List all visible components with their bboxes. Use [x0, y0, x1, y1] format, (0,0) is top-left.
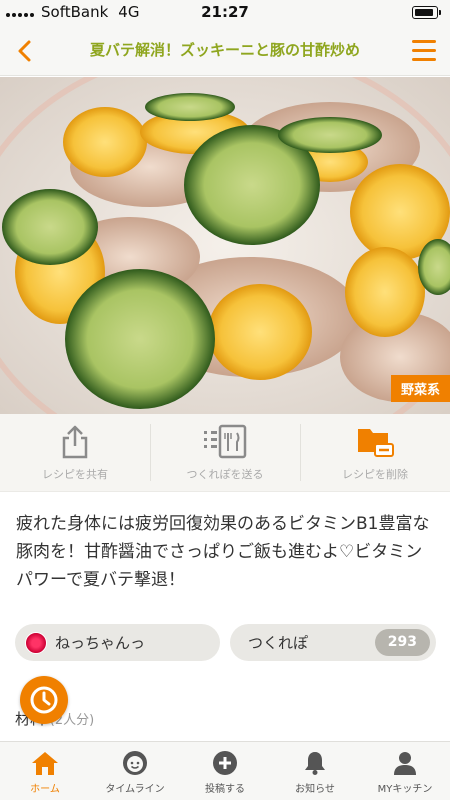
category-badge[interactable]: 野菜系: [390, 375, 450, 402]
tab-timeline-label: タイムライン: [105, 784, 165, 795]
menu-button[interactable]: [412, 40, 436, 62]
tab-timeline[interactable]: タイムライン: [90, 742, 180, 800]
page-title: 夏バテ解消！ズッキーニと豚の甘酢炒め: [89, 41, 360, 59]
timer-button[interactable]: [20, 676, 68, 724]
recipe-description: 疲れた身体には疲労回復効果のあるビタミンB1豊富な豚肉を！甘酢醤油でさっぱりご飯…: [16, 514, 430, 590]
tab-home[interactable]: ホーム: [0, 742, 90, 800]
bottom-tab-bar: ホーム タイムライン 投稿する お知らせ MYキッチン: [0, 741, 450, 800]
avatar: [25, 631, 47, 654]
send-report-label: つくれぽを送る: [186, 468, 264, 481]
battery-level: [415, 9, 433, 16]
share-icon: [62, 425, 88, 459]
tab-post-label: 投稿する: [205, 784, 245, 795]
tab-my-kitchen-label: MYキッチン: [377, 784, 433, 795]
hamburger-menu-icon: [412, 40, 436, 61]
recipe-photo: 野菜系: [0, 77, 450, 414]
send-report-button[interactable]: つくれぽを送る: [150, 414, 300, 491]
home-icon: [32, 752, 58, 775]
bell-icon: [305, 752, 325, 775]
back-button[interactable]: [12, 38, 38, 64]
delete-recipe-label: レシピを削除: [342, 468, 408, 481]
send-report-icon: [204, 424, 247, 459]
share-recipe-button[interactable]: レシピを共有: [0, 414, 150, 491]
tsukurepo-label: つくれぽ: [248, 634, 309, 652]
status-time: 21:27: [201, 3, 249, 21]
clock-icon: [30, 686, 58, 714]
folder-remove-icon: [358, 429, 394, 457]
delete-recipe-button[interactable]: レシピを削除: [300, 414, 450, 491]
tab-post[interactable]: 投稿する: [180, 742, 270, 800]
plus-circle-icon: [213, 751, 237, 775]
tsukurepo-count: 293: [374, 629, 430, 656]
share-recipe-label: レシピを共有: [42, 468, 108, 481]
battery-icon: [412, 6, 441, 19]
author-name: ねっちゃんっ: [55, 634, 146, 652]
recipe-actions: レシピを共有 つくれぽを送る レシピを削除: [0, 414, 450, 492]
smiley-icon: [123, 751, 147, 775]
app-header: 夏バテ解消！ズッキーニと豚の甘酢炒め: [0, 26, 450, 76]
status-bar: SoftBank 4G 21:27: [0, 0, 450, 26]
tab-home-label: ホーム: [30, 784, 60, 795]
tab-my-kitchen[interactable]: MYキッチン: [360, 742, 450, 800]
author-button[interactable]: ねっちゃんっ: [15, 624, 220, 661]
tab-notifications-label: お知らせ: [295, 784, 335, 795]
user-icon: [394, 752, 416, 775]
chevron-left-icon: [18, 40, 31, 62]
recipe-image: [0, 77, 450, 414]
tab-notifications[interactable]: お知らせ: [270, 742, 360, 800]
tsukurepo-button[interactable]: つくれぽ 293: [230, 624, 436, 661]
